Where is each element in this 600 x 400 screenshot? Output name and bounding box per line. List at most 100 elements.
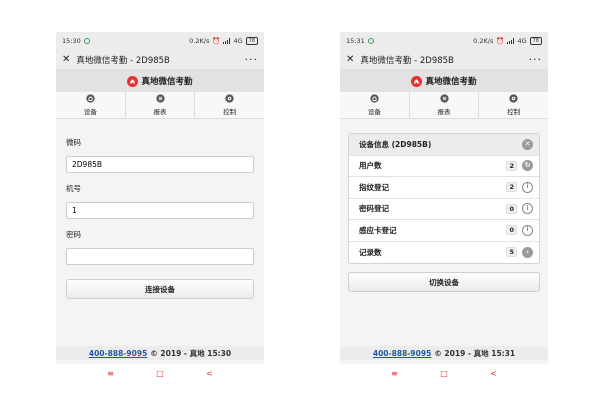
list-item-users[interactable]: 用户数 2 ↻ [349, 156, 539, 177]
device-info-title: 设备信息 (2D985B) [359, 139, 432, 149]
row-label-card: 感应卡登记 [359, 225, 397, 235]
nav-item-control[interactable]: 控制 [479, 92, 548, 118]
footer-copyright: © 2019 - 真地 15:30 [150, 348, 232, 358]
list-item-password[interactable]: 密码登记 0 i [349, 199, 539, 220]
brand-name: 真地微信考勤 [425, 77, 477, 87]
wechat-icon [83, 38, 90, 44]
footer: 400-888-9095 © 2019 - 真地 15:31 [340, 346, 548, 360]
grid-icon [155, 94, 165, 105]
battery-level: 78 [532, 38, 539, 44]
count-badge-password: 0 [506, 203, 517, 214]
battery-level: 78 [248, 38, 255, 44]
control-icon [225, 94, 234, 105]
nav-bar: 设备 报表 控制 [56, 92, 264, 119]
home-square-icon[interactable]: □ [156, 369, 164, 378]
connect-device-button[interactable]: 连接设备 [66, 279, 254, 299]
close-icon[interactable]: ✕ [346, 54, 354, 65]
network-type: 4G [233, 37, 243, 45]
battery-icon: 78 [529, 37, 542, 45]
machine-input[interactable] [66, 202, 254, 219]
nav-item-device[interactable]: 设备 [56, 92, 126, 118]
alarm-icon: ⏰ [496, 37, 505, 45]
nav-label-control: 控制 [223, 108, 237, 116]
footer-phone-link[interactable]: 400-888-9095 [89, 349, 147, 358]
wechat-icon [367, 38, 374, 44]
count-badge-records: 5 [506, 247, 517, 258]
nav-label-control: 控制 [507, 108, 521, 116]
more-icon[interactable]: ··· [529, 54, 543, 65]
device-info-header: 设备信息 (2D985B) ✕ [349, 134, 539, 156]
chevron-right-icon[interactable]: › [522, 246, 533, 258]
row-label-users: 用户数 [359, 161, 382, 171]
status-time: 15:31 [346, 37, 365, 45]
brand-name: 真地微信考勤 [141, 77, 193, 87]
alarm-icon: ⏰ [212, 37, 221, 45]
code-input[interactable] [66, 156, 254, 173]
back-icon[interactable]: < [490, 369, 497, 378]
brand-logo-icon [127, 75, 139, 87]
machine-label: 机号 [66, 184, 81, 193]
nav-item-report[interactable]: 报表 [410, 92, 480, 118]
list-item-records[interactable]: 记录数 5 › [349, 242, 539, 264]
count-badge-users: 2 [506, 160, 517, 171]
more-icon[interactable]: ··· [245, 54, 259, 65]
nav-item-device[interactable]: 设备 [340, 92, 410, 118]
nav-label-device: 设备 [83, 108, 97, 116]
network-speed: 0.2K/s [189, 37, 210, 45]
signal-icon [223, 38, 231, 44]
close-circle-icon[interactable]: ✕ [522, 138, 533, 150]
back-icon[interactable]: < [206, 369, 213, 378]
device-info-list: 设备信息 (2D985B) ✕ 用户数 2 ↻ 指纹登记 2 i 密码登记 0 … [348, 133, 540, 264]
refresh-icon[interactable]: ↻ [522, 160, 533, 172]
footer-phone-link[interactable]: 400-888-9095 [373, 349, 431, 358]
control-icon [509, 94, 518, 105]
nav-label-report: 报表 [153, 108, 167, 116]
password-label: 密码 [66, 230, 81, 239]
nav-bar: 设备 报表 控制 [340, 92, 548, 119]
list-item-fingerprint[interactable]: 指纹登记 2 i [349, 177, 539, 199]
title-bar: ✕ 真地微信考勤 - 2D985B ··· [56, 50, 264, 70]
code-label: 微码 [66, 138, 81, 147]
connect-form: 微码 机号 密码 连接设备 [56, 119, 264, 299]
row-label-password: 密码登记 [359, 204, 389, 214]
count-badge-fingerprint: 2 [506, 182, 517, 193]
footer: 400-888-9095 © 2019 - 真地 15:30 [56, 346, 264, 360]
home-square-icon[interactable]: □ [440, 369, 448, 378]
home-icon [370, 94, 379, 105]
phone-screen-device-info: 15:31 0.2K/s ⏰ 4G 78 ✕ 真地微信考勤 - 2D985B ·… [340, 32, 548, 382]
status-time: 15:30 [62, 37, 81, 45]
battery-icon: 78 [245, 37, 258, 45]
signal-icon [507, 38, 515, 44]
menu-icon[interactable]: ≡ [391, 369, 398, 378]
menu-icon[interactable]: ≡ [107, 369, 114, 378]
title-bar: ✕ 真地微信考勤 - 2D985B ··· [340, 50, 548, 70]
brand-bar: 真地微信考勤 [56, 70, 264, 92]
network-speed: 0.2K/s [473, 37, 494, 45]
count-badge-card: 0 [506, 225, 517, 236]
system-nav-bar: ≡ □ < [340, 364, 548, 382]
phone-screen-connect: 15:30 0.2K/s ⏰ 4G 78 ✕ 真地微信考勤 - 2D985B ·… [56, 32, 264, 382]
status-bar: 15:31 0.2K/s ⏰ 4G 78 [340, 32, 548, 50]
status-bar: 15:30 0.2K/s ⏰ 4G 78 [56, 32, 264, 50]
row-label-fingerprint: 指纹登记 [359, 182, 389, 192]
brand-bar: 真地微信考勤 [340, 70, 548, 92]
network-type: 4G [517, 37, 527, 45]
info-icon[interactable]: i [522, 203, 533, 215]
nav-label-device: 设备 [367, 108, 381, 116]
switch-device-button[interactable]: 切换设备 [348, 272, 540, 292]
window-title: 真地微信考勤 - 2D985B [76, 55, 170, 66]
grid-icon [439, 94, 449, 105]
footer-copyright: © 2019 - 真地 15:31 [434, 348, 516, 358]
home-icon [86, 94, 95, 105]
brand-logo-icon [411, 75, 423, 87]
nav-item-report[interactable]: 报表 [126, 92, 196, 118]
close-icon[interactable]: ✕ [62, 54, 70, 65]
password-input[interactable] [66, 248, 254, 265]
info-icon[interactable]: i [522, 224, 533, 236]
nav-item-control[interactable]: 控制 [195, 92, 264, 118]
list-item-card[interactable]: 感应卡登记 0 i [349, 220, 539, 242]
row-label-records: 记录数 [359, 247, 382, 257]
system-nav-bar: ≡ □ < [56, 364, 264, 382]
window-title: 真地微信考勤 - 2D985B [360, 55, 454, 66]
info-icon[interactable]: i [522, 181, 533, 193]
